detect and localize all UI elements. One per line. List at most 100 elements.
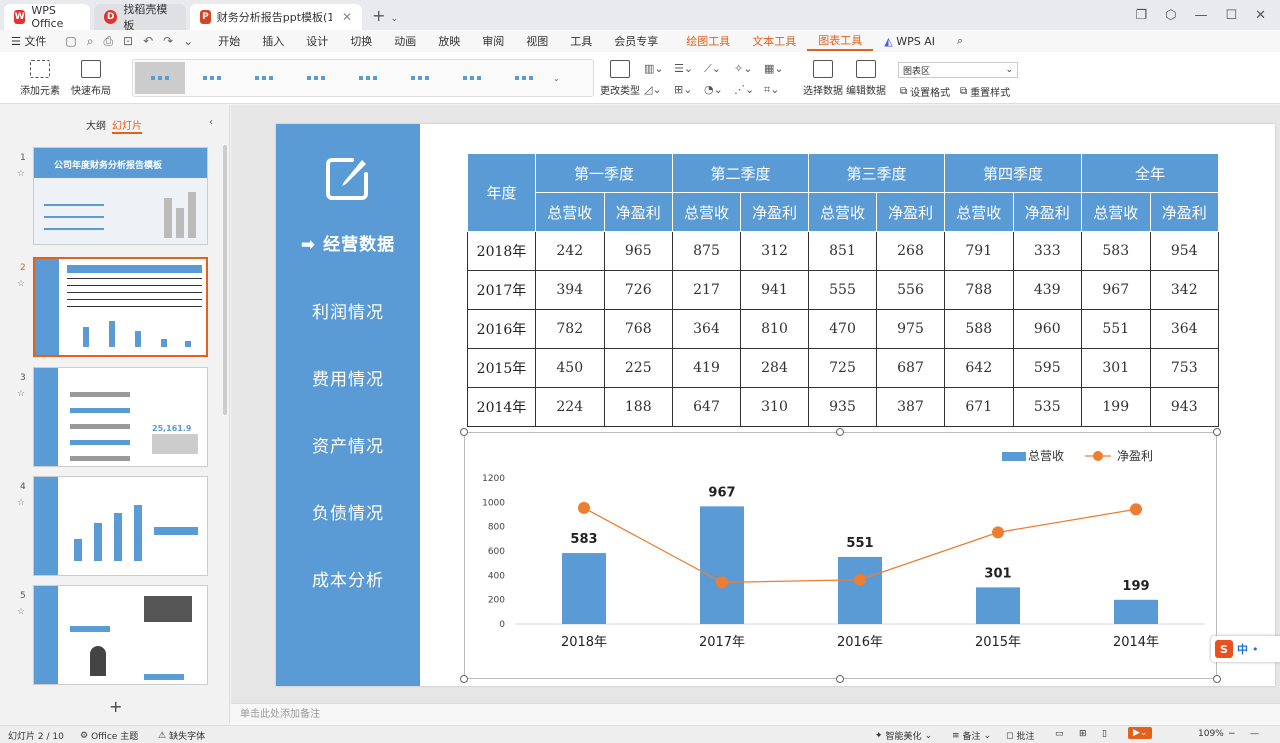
table-cell[interactable]: 975	[876, 309, 945, 349]
table-cell[interactable]: 687	[876, 348, 945, 388]
chart-element-select[interactable]: 图表区 ⌄	[898, 62, 1018, 78]
menu-design[interactable]: 设计	[295, 33, 339, 49]
menu-transition[interactable]: 切换	[339, 33, 383, 49]
table-cell-year[interactable]: 2017年	[467, 270, 536, 310]
table-cell[interactable]: 810	[740, 309, 809, 349]
menu-member[interactable]: 会员专享	[603, 33, 669, 49]
table-cell[interactable]: 556	[876, 270, 945, 310]
table-cell[interactable]: 768	[603, 309, 673, 349]
search-icon[interactable]: ⌕	[946, 34, 974, 48]
table-cell[interactable]: 535	[1012, 387, 1082, 427]
table-cell[interactable]: 310	[740, 387, 809, 427]
table-cell[interactable]: 224	[535, 387, 605, 427]
table-cell[interactable]: 555	[808, 270, 877, 310]
line-chart-icon[interactable]: ⟋⌄	[704, 62, 726, 76]
slide-thumbnail-1[interactable]: 公司年度财务分析报告模板	[33, 147, 208, 245]
slide-thumbnail-4[interactable]	[33, 476, 208, 576]
tab-wps-office[interactable]: W WPS Office	[4, 4, 90, 30]
financial-data-table[interactable]: 年度 第一季度 第二季度 第三季度 第四季度 全年 总营收 净盈利 总营收 净盈利 总营…	[467, 153, 1219, 427]
table-cell[interactable]: 301	[1081, 348, 1151, 388]
nav-cost-analysis[interactable]: 成本分析	[276, 566, 420, 591]
menu-animation[interactable]: 动画	[383, 33, 427, 49]
table-cell[interactable]: 470	[808, 309, 877, 349]
area-chart-icon[interactable]: ◿⌄	[644, 83, 666, 97]
chart-style-option[interactable]	[239, 62, 289, 94]
table-cell[interactable]: 551	[1081, 309, 1151, 349]
menu-file[interactable]: ☰ 文件	[0, 33, 57, 49]
minimize-icon[interactable]: —	[1194, 8, 1207, 23]
table-cell[interactable]: 333	[1012, 231, 1082, 271]
nav-expenses[interactable]: 费用情况	[276, 365, 420, 390]
resize-handle[interactable]	[1213, 675, 1221, 683]
combo-chart-icon[interactable]: ⌗⌄	[764, 83, 786, 97]
star-icon[interactable]: ☆	[17, 498, 25, 508]
bar-chart-icon[interactable]: ☰⌄	[674, 62, 696, 76]
table-cell[interactable]: 387	[876, 387, 945, 427]
table-cell[interactable]: 583	[1081, 231, 1151, 271]
chart-style-option[interactable]	[135, 62, 185, 94]
menu-view[interactable]: 视图	[515, 33, 559, 49]
normal-view-icon[interactable]: ▭	[1055, 729, 1064, 739]
table-cell[interactable]: 450	[535, 348, 605, 388]
nav-profit[interactable]: 利润情况	[276, 298, 420, 323]
table-cell[interactable]: 941	[740, 270, 809, 310]
table-cell[interactable]: 791	[944, 231, 1014, 271]
table-cell[interactable]: 782	[535, 309, 605, 349]
nav-assets[interactable]: 资产情况	[276, 432, 420, 457]
chart-style-option[interactable]	[499, 62, 549, 94]
table-cell[interactable]: 671	[944, 387, 1014, 427]
notes-area[interactable]: 单击此处添加备注	[231, 703, 1280, 725]
print-icon[interactable]: ⎙	[103, 34, 113, 49]
select-data-button[interactable]: 选择数据	[803, 60, 843, 97]
theme-indicator[interactable]: ⚙ Office 主题	[80, 729, 138, 743]
star-icon[interactable]: ☆	[17, 607, 25, 617]
resize-handle[interactable]	[460, 428, 468, 436]
slides-tab[interactable]: 幻灯片	[112, 117, 142, 134]
chart-style-gallery[interactable]: ⌄	[132, 59, 594, 97]
star-icon[interactable]: ☆	[17, 279, 25, 289]
table-cell[interactable]: 419	[672, 348, 741, 388]
table-cell[interactable]: 960	[1012, 309, 1082, 349]
play-slideshow-button[interactable]: ▶⌄	[1128, 727, 1153, 739]
table-cell[interactable]: 588	[944, 309, 1014, 349]
table-cell[interactable]: 394	[535, 270, 605, 310]
tab-current-file[interactable]: P 财务分析报告ppt模板(1).pptx ✕	[190, 4, 362, 30]
reading-view-icon[interactable]: ▯	[1102, 729, 1107, 739]
ime-indicator[interactable]: S 中 •	[1211, 636, 1280, 662]
table-cell[interactable]: 642	[944, 348, 1014, 388]
table-cell[interactable]: 312	[740, 231, 809, 271]
notes-toggle-button[interactable]: ≡ 备注 ⌄	[952, 729, 991, 743]
reset-style-button[interactable]: ⧉ 重置样式	[960, 84, 1010, 99]
scatter-chart-icon[interactable]: ⋰⌄	[734, 83, 756, 97]
slide-thumbnail-5[interactable]	[33, 585, 208, 685]
resize-handle[interactable]	[460, 675, 468, 683]
cube-icon[interactable]: ⬡	[1165, 8, 1176, 23]
gallery-expand-icon[interactable]: ⌄	[553, 74, 560, 83]
more-icon[interactable]: ⌄	[183, 34, 193, 49]
table-cell[interactable]: 364	[672, 309, 741, 349]
redo-icon[interactable]: ↷	[163, 34, 173, 49]
sorter-view-icon[interactable]: ⊞	[1079, 729, 1087, 739]
collapse-panel-icon[interactable]: ‹	[209, 117, 213, 128]
table-chart-icon[interactable]: ▦⌄	[764, 62, 786, 76]
save-icon[interactable]: ▢	[65, 34, 76, 49]
zoom-level[interactable]: 109%	[1198, 729, 1224, 739]
chart-style-option[interactable]	[291, 62, 341, 94]
close-window-icon[interactable]: ✕	[1255, 8, 1266, 23]
menu-chart-tools[interactable]: 图表工具	[807, 32, 874, 51]
table-cell[interactable]: 753	[1149, 348, 1219, 388]
table-cell[interactable]: 342	[1149, 270, 1219, 310]
menu-insert[interactable]: 插入	[251, 33, 295, 49]
chart-container[interactable]: 0 200 400 600 800 1000 1200 583 967 551 301 199 2018…	[464, 432, 1217, 679]
comments-button[interactable]: ◻ 批注	[1006, 729, 1035, 743]
set-format-button[interactable]: ⧉ 设置格式	[900, 84, 950, 99]
tab-docer-templates[interactable]: D 找稻壳模板	[94, 3, 186, 32]
menu-drawing-tools[interactable]: 绘图工具	[675, 33, 741, 49]
table-cell[interactable]: 875	[672, 231, 741, 271]
table-cell[interactable]: 725	[808, 348, 877, 388]
resize-handle[interactable]	[836, 675, 844, 683]
table-cell[interactable]: 364	[1149, 309, 1219, 349]
table-cell[interactable]: 199	[1081, 387, 1151, 427]
table-cell[interactable]: 935	[808, 387, 877, 427]
add-slide-button[interactable]: +	[109, 697, 122, 716]
